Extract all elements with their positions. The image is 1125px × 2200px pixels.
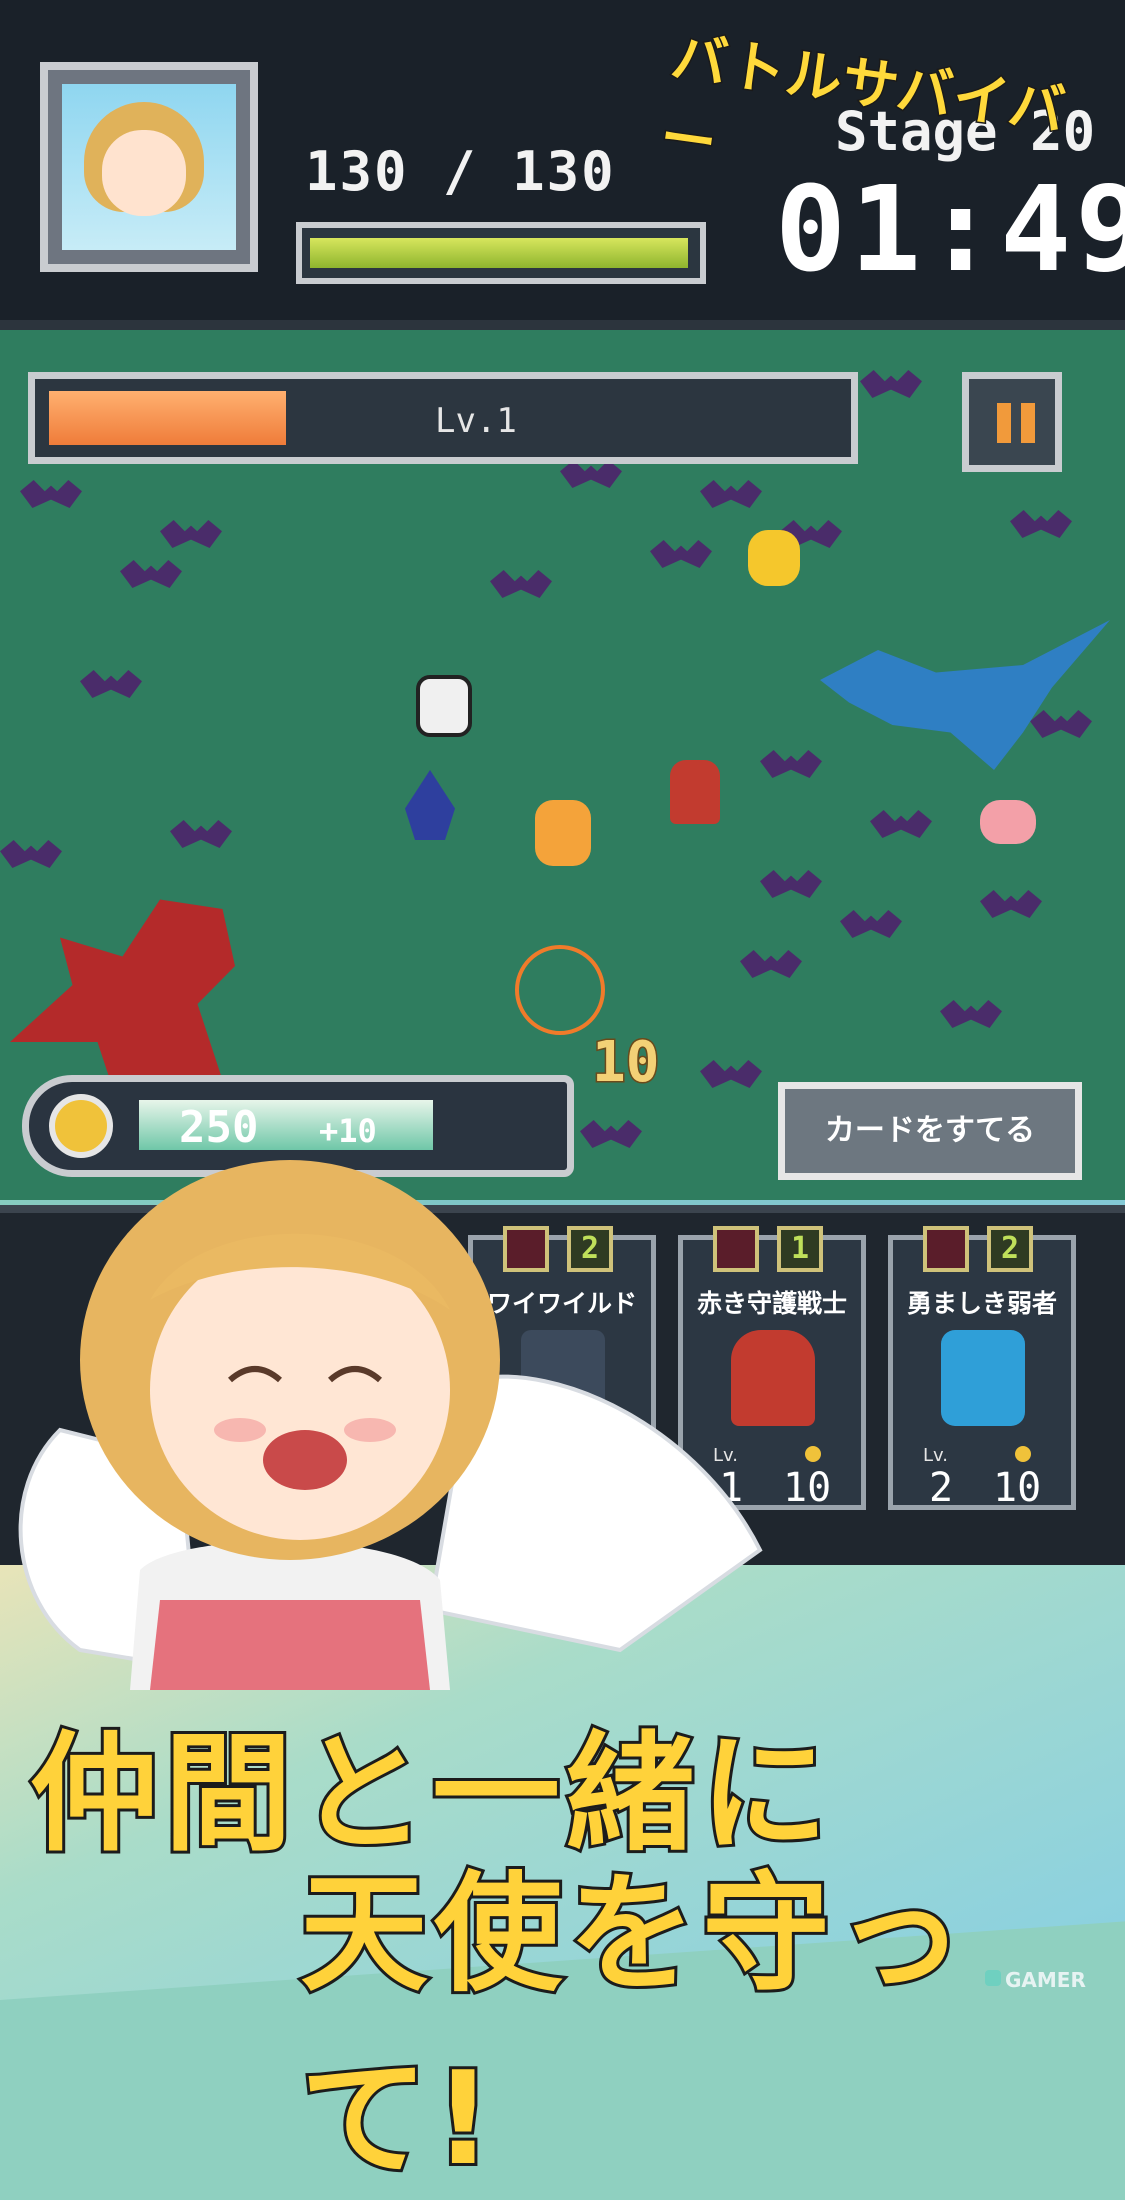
red-dragon-enemy — [10, 899, 235, 1080]
pause-button[interactable] — [962, 372, 1062, 472]
level-label: Lv.1 — [435, 401, 517, 441]
card-brave-weakling[interactable]: 2 勇ましき弱者 Lv. 2 10 — [888, 1226, 1076, 1511]
hp-readout: 130 / 130 — [305, 140, 616, 203]
headline-line-2: 天使を守って! — [297, 1857, 971, 2197]
card-level-label: Lv. — [923, 1445, 949, 1466]
angel-illustration — [18, 1160, 763, 1690]
blue-dinosaur-enemy — [820, 620, 1110, 770]
pause-icon-bar — [1021, 403, 1035, 443]
target-reticle — [515, 945, 605, 1035]
angel-hero — [535, 800, 591, 866]
discard-card-button[interactable]: カードをすてる — [778, 1082, 1082, 1180]
coin-icon — [1015, 1446, 1031, 1462]
card-level: 2 — [929, 1465, 954, 1511]
hp-bar — [296, 222, 706, 284]
sword-icon — [923, 1226, 969, 1272]
pink-pig-enemy — [980, 800, 1036, 844]
card-name: 勇ましき弱者 — [906, 1289, 1057, 1318]
card-coin-cost: 10 — [993, 1465, 1042, 1511]
watermark: GAMER — [1005, 1968, 1086, 1992]
coin-icon — [805, 1446, 821, 1462]
panda-ally — [416, 675, 472, 737]
yellow-chick-enemy — [748, 530, 800, 586]
card-cost-badge: 1 — [777, 1226, 823, 1272]
card-coin-cost: 10 — [783, 1465, 832, 1511]
gamer-logo-icon — [985, 1970, 1001, 1986]
floating-damage-number: 10 — [590, 1029, 660, 1097]
card-cost-badge: 2 — [987, 1226, 1033, 1272]
experience-bar-fill — [49, 391, 286, 445]
experience-bar: Lv.1 — [28, 372, 858, 464]
wizard-ally — [405, 770, 455, 840]
hp-bar-fill — [310, 238, 688, 268]
card-art — [941, 1330, 1025, 1426]
player-portrait — [40, 62, 258, 272]
red-guardian-ally — [670, 760, 720, 824]
pause-icon — [997, 403, 1011, 443]
